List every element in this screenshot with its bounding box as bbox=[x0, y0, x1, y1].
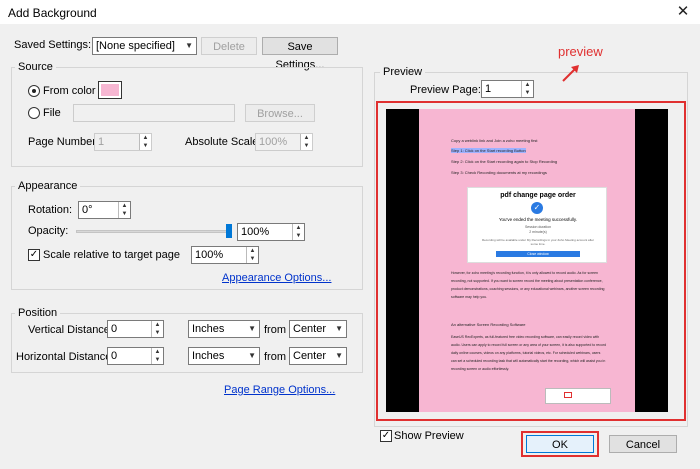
window-title: Add Background bbox=[8, 6, 97, 20]
check-circle-icon: ✓ bbox=[531, 202, 543, 214]
absolute-scale-value: 100% bbox=[259, 136, 288, 148]
annotation-arrow-icon bbox=[562, 65, 579, 82]
spin-buttons[interactable]: ▲ ▼ bbox=[521, 81, 533, 97]
chevron-down-icon: ▼ bbox=[248, 351, 256, 360]
doc-paragraph-2: EaseUS RecExperts, as full-featured free… bbox=[451, 335, 607, 371]
doc-screenshot-thumb bbox=[545, 388, 611, 404]
saved-settings-label: Saved Settings: bbox=[14, 39, 92, 51]
doc-card: pdf change page order ✓ You've ended the… bbox=[467, 187, 607, 263]
spin-buttons[interactable]: ▲ ▼ bbox=[151, 348, 163, 364]
from-color-radio[interactable] bbox=[28, 85, 40, 97]
vertical-distance-value: 0 bbox=[111, 323, 118, 335]
rotation-value: 0° bbox=[82, 204, 93, 216]
show-preview-checkbox[interactable]: ✓ bbox=[380, 430, 392, 442]
preview-heading: Preview bbox=[380, 66, 426, 78]
chevron-down-icon: ▼ bbox=[185, 41, 193, 50]
opacity-slider-track[interactable] bbox=[76, 230, 232, 233]
absolute-scale-label: Absolute Scale: bbox=[185, 136, 262, 148]
rotation-label: Rotation: bbox=[28, 204, 73, 216]
spin-buttons[interactable]: ▲ ▼ bbox=[292, 224, 304, 240]
file-radio[interactable] bbox=[28, 107, 40, 119]
preview-page-label: Preview Page: bbox=[410, 84, 481, 96]
horizontal-distance-label: Horizontal Distance: bbox=[16, 351, 115, 363]
doc-thumb-highlight bbox=[564, 392, 572, 398]
horizontal-unit-value: Inches bbox=[192, 350, 225, 362]
browse-button[interactable]: Browse... bbox=[245, 104, 315, 122]
spin-buttons[interactable]: ▲ ▼ bbox=[151, 321, 163, 337]
horizontal-from-value: Center bbox=[293, 350, 327, 362]
scale-value: 100% bbox=[195, 249, 224, 261]
preview-page: Copy a weblink link and Join a zoho meet… bbox=[419, 109, 635, 412]
scale-checkbox[interactable]: ✓ bbox=[28, 249, 40, 261]
preview-page-value: 1 bbox=[485, 83, 492, 95]
horizontal-from-label: from bbox=[264, 351, 286, 363]
opacity-label: Opacity: bbox=[28, 225, 69, 237]
opacity-stepper[interactable]: 100% ▲ ▼ bbox=[237, 223, 305, 241]
vertical-unit-select[interactable]: Inches ▼ bbox=[188, 320, 260, 338]
radio-selected-dot bbox=[32, 89, 36, 93]
doc-paragraph-1: However, for zoho meeting's recording fu… bbox=[451, 271, 605, 299]
doc-step-1: Step 1: Click on the Start recording But… bbox=[451, 148, 526, 153]
doc-card-title: pdf change page order bbox=[500, 192, 576, 199]
preview-page-stepper[interactable]: 1 ▲ ▼ bbox=[481, 80, 534, 98]
saved-settings-select[interactable]: [None specified] ▼ bbox=[92, 37, 197, 55]
file-label: File bbox=[43, 107, 61, 119]
spin-buttons[interactable]: ▲ ▼ bbox=[246, 247, 258, 263]
chevron-down-icon: ▼ bbox=[248, 324, 256, 333]
spin-buttons[interactable]: ▲ ▼ bbox=[139, 134, 151, 150]
file-path-field[interactable] bbox=[73, 104, 235, 122]
horizontal-from-select[interactable]: Center ▼ bbox=[289, 347, 347, 365]
opacity-slider-thumb[interactable] bbox=[226, 224, 232, 238]
spin-buttons[interactable]: ▲ ▼ bbox=[300, 134, 312, 150]
color-picker-button[interactable] bbox=[98, 81, 122, 99]
vertical-from-select[interactable]: Center ▼ bbox=[289, 320, 347, 338]
close-icon[interactable]: ✕ bbox=[672, 2, 694, 22]
title-bar: Add Background ✕ bbox=[0, 0, 700, 24]
show-preview-label: Show Preview bbox=[394, 430, 464, 442]
doc-card-sub2: 2 minute(s) bbox=[529, 230, 547, 234]
doc-heading-2: An alternative Screen Recording Software bbox=[451, 322, 526, 327]
chevron-down-icon: ▼ bbox=[335, 351, 343, 360]
doc-card-button: Close window bbox=[496, 251, 580, 257]
page-number-value: 1 bbox=[98, 136, 105, 148]
horizontal-unit-select[interactable]: Inches ▼ bbox=[188, 347, 260, 365]
page-number-label: Page Number: bbox=[28, 136, 99, 148]
from-color-label: From color bbox=[43, 85, 96, 97]
scale-stepper[interactable]: 100% ▲ ▼ bbox=[191, 246, 259, 264]
horizontal-distance-stepper[interactable]: 0 ▲ ▼ bbox=[107, 347, 164, 365]
appearance-options-link[interactable]: Appearance Options... bbox=[222, 272, 331, 284]
page-number-stepper[interactable]: 1 ▲ ▼ bbox=[94, 133, 152, 151]
opacity-value: 100% bbox=[241, 226, 270, 238]
appearance-heading: Appearance bbox=[15, 180, 81, 192]
doc-card-sub1: Session duration bbox=[524, 225, 552, 229]
scale-label: Scale relative to target page bbox=[43, 249, 180, 261]
chevron-down-icon: ▼ bbox=[335, 324, 343, 333]
horizontal-distance-value: 0 bbox=[111, 350, 118, 362]
vertical-from-label: from bbox=[264, 324, 286, 336]
source-heading: Source bbox=[15, 61, 56, 73]
color-swatch bbox=[101, 84, 119, 96]
preview-annotation: preview bbox=[558, 44, 603, 59]
doc-step-3: Step 3: Check Recording documents at my … bbox=[451, 170, 547, 175]
spin-buttons[interactable]: ▲ ▼ bbox=[118, 202, 130, 218]
vertical-from-value: Center bbox=[293, 323, 327, 335]
cancel-button[interactable]: Cancel bbox=[609, 435, 677, 453]
vertical-distance-label: Vertical Distance: bbox=[28, 324, 113, 336]
save-settings-button[interactable]: Save Settings... bbox=[262, 37, 338, 71]
saved-settings-value: [None specified] bbox=[96, 40, 175, 52]
doc-card-message: You've ended the meeting successfully. bbox=[498, 217, 578, 222]
page-range-options-link[interactable]: Page Range Options... bbox=[224, 384, 335, 396]
rotation-stepper[interactable]: 0° ▲ ▼ bbox=[78, 201, 131, 219]
absolute-scale-stepper[interactable]: 100% ▲ ▼ bbox=[255, 133, 313, 151]
doc-step-2: Step 2: Click on the Start recording aga… bbox=[451, 159, 558, 164]
vertical-unit-value: Inches bbox=[192, 323, 225, 335]
delete-button[interactable]: Delete bbox=[201, 37, 257, 55]
preview-canvas: Copy a weblink link and Join a zoho meet… bbox=[386, 109, 668, 412]
doc-line-1: Copy a weblink link and Join a zoho meet… bbox=[451, 138, 538, 143]
ok-button[interactable]: OK bbox=[526, 435, 594, 453]
vertical-distance-stepper[interactable]: 0 ▲ ▼ bbox=[107, 320, 164, 338]
position-heading: Position bbox=[15, 307, 61, 319]
doc-card-note: Recording will be available under My Rec… bbox=[481, 238, 595, 246]
